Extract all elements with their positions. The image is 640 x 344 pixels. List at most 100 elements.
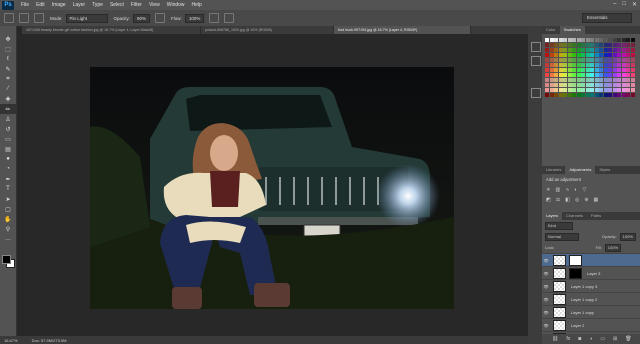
color-swatch[interactable] <box>608 43 612 47</box>
color-swatch[interactable] <box>630 58 635 62</box>
color-swatch[interactable] <box>563 93 567 97</box>
color-swatch[interactable] <box>554 63 558 67</box>
history-brush-tool-icon[interactable]: ↺ <box>0 124 16 134</box>
color-swatch[interactable] <box>599 73 603 77</box>
color-swatch[interactable] <box>630 68 635 72</box>
menu-layer[interactable]: Layer <box>73 2 86 8</box>
menu-filter[interactable]: Filter <box>131 2 142 8</box>
color-swatch[interactable] <box>567 43 572 47</box>
color-swatch[interactable] <box>626 63 630 67</box>
color-swatch[interactable] <box>608 83 612 87</box>
zoom-tool-icon[interactable]: ⚲ <box>0 224 16 234</box>
tab-document-1[interactable]: 4971406 beauty blonde girl cotton fashio… <box>22 26 201 34</box>
color-swatch[interactable] <box>612 93 617 97</box>
color-swatch[interactable] <box>585 48 590 52</box>
menu-select[interactable]: Select <box>110 2 124 8</box>
color-swatch[interactable] <box>567 53 572 57</box>
color-swatch[interactable] <box>585 68 590 72</box>
eraser-tool-icon[interactable]: ▭ <box>0 134 16 144</box>
layer-style-icon[interactable]: fx <box>566 336 570 342</box>
color-swatch[interactable] <box>585 83 590 87</box>
color-swatch[interactable] <box>626 73 630 77</box>
color-swatch[interactable] <box>621 53 626 57</box>
menu-help[interactable]: Help <box>192 2 202 8</box>
color-swatch[interactable] <box>626 53 630 57</box>
color-swatch[interactable] <box>603 78 608 82</box>
color-swatch[interactable] <box>603 48 608 52</box>
color-swatch[interactable] <box>594 43 599 47</box>
color-swatch[interactable] <box>581 48 585 52</box>
color-swatch[interactable] <box>576 73 581 77</box>
menu-image[interactable]: Image <box>52 2 66 8</box>
mode-dropdown[interactable]: Pin Light <box>65 13 108 23</box>
color-swatch[interactable] <box>603 58 608 62</box>
layer-name[interactable]: Layer 1 copy 2 <box>571 297 597 302</box>
color-swatch[interactable] <box>576 38 581 42</box>
new-adjustment-layer-icon[interactable]: ◑ <box>589 336 592 342</box>
color-swatch[interactable] <box>608 58 612 62</box>
color-swatch[interactable] <box>572 73 576 77</box>
history-panel-icon[interactable] <box>531 42 541 52</box>
color-balance-adjustment-icon[interactable]: ⚖ <box>556 197 560 203</box>
healing-brush-tool-icon[interactable]: ✚ <box>0 94 16 104</box>
color-swatch[interactable] <box>630 93 635 97</box>
color-swatch[interactable] <box>612 73 617 77</box>
color-swatch[interactable] <box>554 58 558 62</box>
black-white-adjustment-icon[interactable]: ◧ <box>565 197 570 203</box>
color-swatch[interactable] <box>585 43 590 47</box>
color-swatch[interactable] <box>608 68 612 72</box>
color-swatch[interactable] <box>554 88 558 92</box>
color-swatch[interactable] <box>612 48 617 52</box>
color-swatch[interactable] <box>599 48 603 52</box>
color-swatch[interactable] <box>581 93 585 97</box>
hand-tool-icon[interactable]: ✋ <box>0 214 16 224</box>
color-swatch[interactable] <box>626 58 630 62</box>
color-swatch[interactable] <box>558 88 563 92</box>
color-swatch[interactable] <box>554 43 558 47</box>
color-swatch[interactable] <box>603 93 608 97</box>
color-swatch[interactable] <box>594 38 599 42</box>
color-swatch[interactable] <box>594 83 599 87</box>
color-swatch[interactable] <box>563 73 567 77</box>
color-swatch[interactable] <box>554 68 558 72</box>
color-swatch[interactable] <box>545 78 549 82</box>
color-swatch[interactable] <box>576 63 581 67</box>
color-swatch[interactable] <box>581 53 585 57</box>
color-swatch[interactable] <box>549 63 554 67</box>
color-swatch[interactable] <box>549 43 554 47</box>
color-swatch[interactable] <box>558 63 563 67</box>
color-swatch[interactable] <box>608 38 612 42</box>
brush-size-picker-icon[interactable] <box>19 13 29 23</box>
color-swatch[interactable] <box>608 73 612 77</box>
color-swatch[interactable] <box>581 88 585 92</box>
color-swatch[interactable] <box>545 48 549 52</box>
color-swatch[interactable] <box>617 38 621 42</box>
pen-tool-icon[interactable]: ✒ <box>0 174 16 184</box>
color-swatch[interactable] <box>608 63 612 67</box>
color-swatch[interactable] <box>576 78 581 82</box>
color-swatch[interactable] <box>549 73 554 77</box>
color-swatch[interactable] <box>594 63 599 67</box>
color-swatch[interactable] <box>545 88 549 92</box>
color-swatch[interactable] <box>581 68 585 72</box>
color-swatch[interactable] <box>617 58 621 62</box>
tab-swatches[interactable]: Swatches <box>559 26 585 34</box>
color-swatch[interactable] <box>567 58 572 62</box>
color-swatch[interactable] <box>558 78 563 82</box>
color-swatch[interactable] <box>572 38 576 42</box>
color-swatch[interactable] <box>558 53 563 57</box>
color-swatch[interactable] <box>630 88 635 92</box>
color-swatch[interactable] <box>599 63 603 67</box>
color-swatch[interactable] <box>567 88 572 92</box>
color-swatch[interactable] <box>590 38 594 42</box>
layer-name[interactable]: Layer 1 copy <box>571 310 594 315</box>
color-swatch[interactable] <box>590 88 594 92</box>
color-swatch[interactable] <box>621 93 626 97</box>
color-swatch[interactable] <box>630 53 635 57</box>
color-swatch[interactable] <box>545 38 549 42</box>
menu-window[interactable]: Window <box>167 2 185 8</box>
color-swatch[interactable] <box>572 78 576 82</box>
color-swatch[interactable] <box>621 83 626 87</box>
new-group-icon[interactable]: ▭ <box>600 336 605 342</box>
link-layers-icon[interactable]: ⛓ <box>552 336 558 342</box>
